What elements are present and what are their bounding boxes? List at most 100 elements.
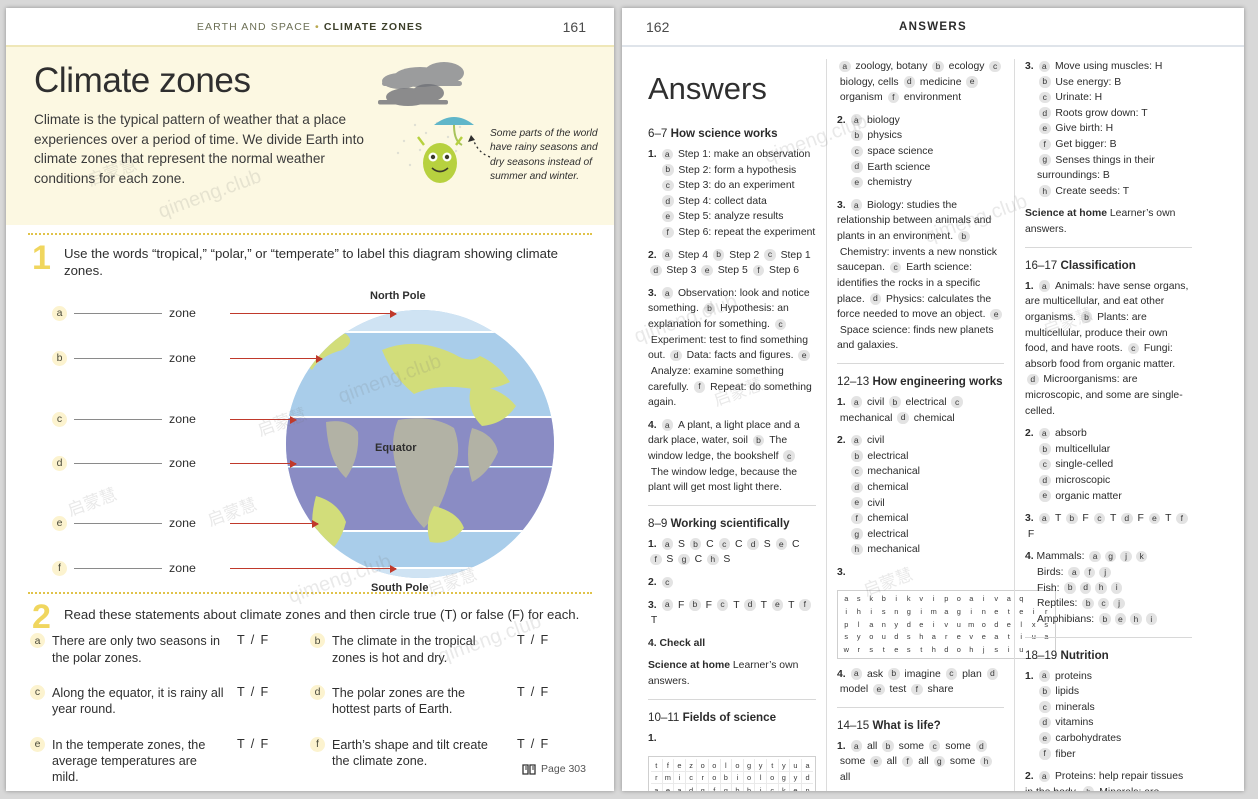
answer-blank-f[interactable] — [74, 567, 162, 569]
word-search-cell[interactable]: t — [651, 759, 663, 771]
word-search-cell[interactable]: i — [840, 605, 853, 618]
word-search-cell[interactable]: b — [878, 593, 891, 606]
word-search-cell[interactable]: a — [651, 784, 663, 791]
word-search-cell[interactable]: d — [990, 618, 1003, 631]
word-search-cell[interactable]: o — [709, 759, 721, 771]
word-search-cell[interactable]: d — [940, 643, 953, 656]
word-search-cell[interactable]: t — [767, 759, 779, 771]
true-false-choice[interactable]: T / F — [237, 633, 270, 647]
word-search-cell[interactable]: g — [953, 605, 966, 618]
answer-blank-a[interactable] — [74, 312, 162, 314]
word-search-cell[interactable]: e — [674, 759, 686, 771]
word-search-cell[interactable]: r — [651, 771, 663, 784]
word-search-cell[interactable]: m — [928, 605, 941, 618]
word-search-cell[interactable]: i — [865, 605, 878, 618]
word-search-cell[interactable]: d — [802, 772, 814, 784]
word-search-cell[interactable]: r — [697, 771, 709, 784]
word-search-cell[interactable]: t — [915, 643, 928, 656]
word-search-cell[interactable]: v — [940, 618, 953, 631]
word-search-cell[interactable]: o — [865, 630, 878, 643]
word-search-cell[interactable]: y — [779, 759, 791, 771]
word-search-cell[interactable]: p — [940, 593, 953, 606]
word-search-cell[interactable]: n — [890, 605, 903, 618]
word-search-cell[interactable]: v — [990, 593, 1003, 606]
word-search-cell[interactable]: e — [663, 784, 675, 791]
word-search-cell[interactable]: i — [978, 593, 991, 606]
answer-blank-d[interactable] — [74, 462, 162, 464]
true-false-choice[interactable]: T / F — [517, 633, 550, 647]
word-search-cell[interactable]: k — [865, 593, 878, 606]
word-search-cell[interactable]: o — [744, 771, 756, 784]
true-false-choice[interactable]: T / F — [237, 737, 270, 751]
word-search-cell[interactable]: m — [663, 771, 675, 784]
word-search-cell[interactable]: h — [928, 643, 941, 656]
word-search-cell[interactable]: i — [674, 771, 686, 784]
word-search-cell[interactable]: s — [903, 630, 916, 643]
answer-blank-e[interactable] — [74, 522, 162, 524]
word-search-cell[interactable]: l — [721, 759, 733, 771]
word-search-cell[interactable]: s — [840, 630, 853, 643]
answer-blank-c[interactable] — [74, 418, 162, 420]
word-search-cell[interactable]: a — [940, 605, 953, 618]
word-search-cell[interactable]: n — [802, 784, 814, 791]
word-search-cell[interactable]: l — [755, 771, 767, 784]
word-search-cell[interactable]: z — [686, 759, 698, 771]
word-search-cell[interactable]: g — [903, 605, 916, 618]
word-search-cell[interactable]: p — [840, 618, 853, 631]
word-search-cell[interactable]: o — [709, 771, 721, 784]
word-search-cell[interactable]: h — [853, 605, 866, 618]
word-search-cell[interactable]: a — [990, 630, 1003, 643]
word-search-cell[interactable]: o — [978, 618, 991, 631]
word-search-cell[interactable]: y — [755, 759, 767, 771]
word-search-cell[interactable]: y — [853, 630, 866, 643]
word-search-cell[interactable]: o — [767, 771, 779, 784]
word-search-cell[interactable]: w — [840, 643, 853, 656]
word-search-cell[interactable]: n — [878, 618, 891, 631]
word-search-cell[interactable]: r — [940, 630, 953, 643]
true-false-choice[interactable]: T / F — [517, 737, 550, 751]
word-search-cell[interactable]: u — [878, 630, 891, 643]
word-search-cell[interactable]: a — [840, 593, 853, 606]
word-search-cell[interactable]: e — [978, 630, 991, 643]
word-search-cell[interactable]: c — [686, 771, 698, 784]
word-search-cell[interactable]: e — [790, 784, 802, 791]
word-search-cell[interactable]: e — [915, 618, 928, 631]
word-search-cell[interactable]: i — [915, 605, 928, 618]
word-search-cell[interactable]: o — [697, 759, 709, 771]
word-search-cell[interactable]: o — [953, 643, 966, 656]
word-search-cell[interactable]: i — [928, 593, 941, 606]
word-search-cell[interactable]: a — [674, 784, 686, 791]
true-false-choice[interactable]: T / F — [237, 685, 270, 699]
word-search-cell[interactable]: d — [903, 618, 916, 631]
word-search-cell[interactable]: i — [890, 593, 903, 606]
word-search-cell[interactable]: a — [965, 593, 978, 606]
word-search-cell[interactable]: u — [790, 759, 802, 771]
word-search-cell[interactable]: d — [686, 784, 698, 791]
word-search-cell[interactable]: i — [928, 618, 941, 631]
word-search-cell[interactable]: h — [965, 643, 978, 656]
word-search-cell[interactable]: n — [978, 605, 991, 618]
word-search-cell[interactable]: s — [865, 643, 878, 656]
word-search-cell[interactable]: r — [853, 643, 866, 656]
word-search-cell[interactable]: k — [903, 593, 916, 606]
word-search-cell[interactable]: h — [744, 784, 756, 791]
word-search-cell[interactable]: i — [732, 771, 744, 784]
word-search-cell[interactable]: i — [965, 605, 978, 618]
word-search-cell[interactable]: e — [990, 605, 1003, 618]
word-search-cell[interactable]: y — [890, 618, 903, 631]
word-search-cell[interactable]: s — [990, 643, 1003, 656]
word-search-cell[interactable]: h — [915, 630, 928, 643]
answer-blank-b[interactable] — [74, 357, 162, 359]
word-search-cell[interactable]: s — [903, 643, 916, 656]
word-search-cell[interactable]: s — [878, 605, 891, 618]
word-search-cell[interactable]: f — [709, 784, 721, 791]
word-search-cell[interactable]: s — [853, 593, 866, 606]
word-search-cell[interactable]: g — [779, 771, 791, 784]
word-search-cell[interactable]: m — [965, 618, 978, 631]
word-search-cell[interactable]: j — [755, 784, 767, 791]
word-search-cell[interactable]: u — [953, 618, 966, 631]
word-search-cell[interactable]: g — [697, 784, 709, 791]
true-false-choice[interactable]: T / F — [517, 685, 550, 699]
word-search-cell[interactable]: o — [732, 759, 744, 771]
word-search-cell[interactable]: f — [663, 759, 675, 771]
